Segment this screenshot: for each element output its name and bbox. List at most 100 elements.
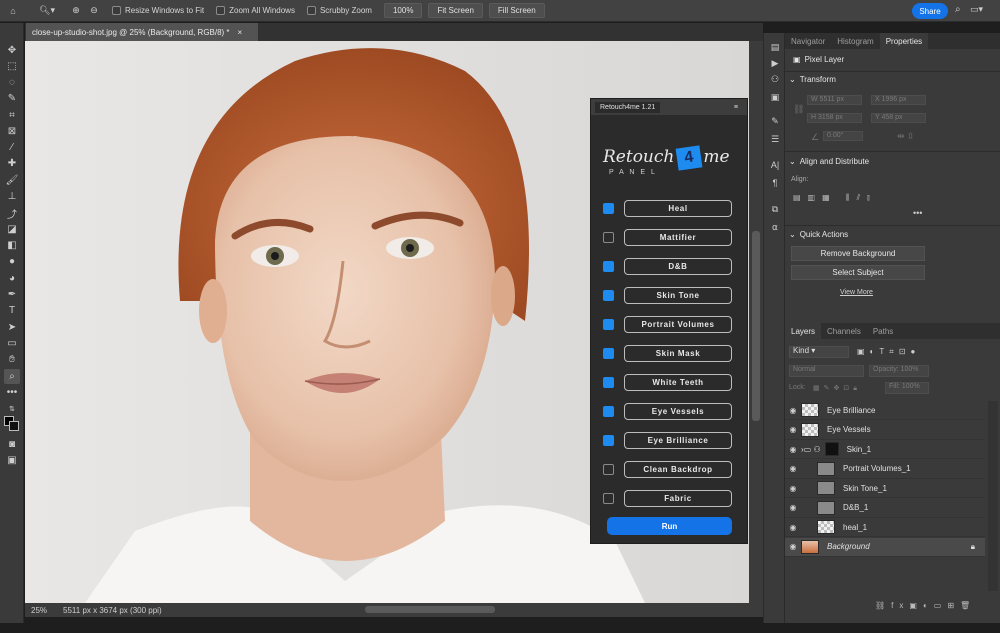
tab-channels[interactable]: Channels — [821, 323, 867, 339]
search-icon[interactable]: ⌕ — [955, 4, 961, 15]
dodge-tool-icon[interactable]: ◕ — [4, 271, 20, 286]
healing-tool-icon[interactable]: ✚ — [4, 156, 20, 171]
option-checkbox[interactable] — [603, 434, 614, 446]
crop-tool-icon[interactable]: ⌗ — [4, 108, 20, 123]
visibility-eye-icon[interactable]: ◉ — [785, 464, 801, 473]
option-button[interactable]: Heal — [624, 199, 732, 217]
layer-row[interactable]: ◉ Portrait Volumes_1 — [785, 460, 985, 479]
option-button[interactable]: Skin Mask — [624, 344, 732, 362]
stamp-tool-icon[interactable]: ⊥ — [4, 189, 20, 204]
layer-row[interactable]: ◉ Skin Tone_1 — [785, 479, 985, 498]
align-icons[interactable]: ▤▥▦ ⫼⫽⫾ — [793, 193, 877, 203]
eraser-tool-icon[interactable]: ◪ — [4, 222, 20, 237]
glyphs-icon[interactable]: ⍺ — [768, 221, 782, 233]
background-color-swatch[interactable] — [9, 421, 19, 431]
gradient-tool-icon[interactable]: ◧ — [4, 238, 20, 253]
visibility-eye-icon[interactable]: ◉ — [785, 542, 801, 551]
visibility-eye-icon[interactable]: ◉ — [785, 406, 801, 415]
option-button[interactable]: White Teeth — [624, 373, 732, 391]
layer-row[interactable]: ◉ heal_1 — [785, 518, 985, 537]
option-checkbox[interactable] — [603, 463, 614, 475]
option-button[interactable]: Portrait Volumes — [624, 315, 732, 333]
quick-select-tool-icon[interactable]: ✎ — [4, 91, 20, 106]
opacity-field[interactable]: Opacity: 100% — [869, 365, 929, 377]
option-button[interactable]: Eye Vessels — [624, 402, 732, 420]
share-button[interactable]: Share — [912, 3, 948, 19]
run-button[interactable]: Run — [607, 517, 732, 535]
rectangle-tool-icon[interactable]: ▭ — [4, 336, 20, 351]
workspace-icon[interactable]: ▭▾ — [970, 4, 983, 15]
height-field[interactable]: H 3158 px — [807, 113, 862, 123]
option-checkbox[interactable] — [603, 376, 614, 388]
option-button[interactable]: Skin Tone — [624, 286, 732, 304]
zoom-100-button[interactable]: 100% — [383, 3, 423, 18]
view-more-link[interactable]: View More — [840, 289, 873, 296]
brush-settings-icon[interactable]: ⚇ — [768, 73, 782, 85]
blend-mode-select[interactable]: Normal — [789, 365, 864, 377]
paragraph-icon[interactable]: ¶ — [768, 177, 782, 189]
path-select-icon[interactable]: ➤ — [4, 320, 20, 335]
option-checkbox[interactable] — [603, 347, 614, 359]
lock-icons[interactable]: ▦✎✥⊡🔒︎ — [813, 384, 861, 393]
x-field[interactable]: X 1996 px — [871, 95, 926, 105]
option-checkbox[interactable] — [603, 492, 614, 504]
document-tab[interactable]: close-up-studio-shot.jpg @ 25% (Backgrou… — [26, 23, 258, 41]
zoom-all-option[interactable]: Zoom All Windows — [216, 3, 295, 19]
tab-paths[interactable]: Paths — [867, 323, 899, 339]
pen-tool-icon[interactable]: ✒ — [4, 287, 20, 302]
remove-background-button[interactable]: Remove Background — [791, 246, 925, 261]
blur-tool-icon[interactable]: ● — [4, 254, 20, 269]
transform-section[interactable]: ⌄ Transform — [789, 75, 836, 84]
zoom-level[interactable]: 25% — [31, 606, 47, 615]
visibility-eye-icon[interactable]: ◉ — [785, 445, 801, 454]
fit-screen-button[interactable]: Fit Screen — [428, 3, 483, 18]
zoom-tool-active-icon[interactable]: ⌕ — [4, 369, 20, 384]
option-button[interactable]: Eye Brilliance — [624, 431, 732, 449]
filter-icons[interactable]: ▣◐T⌗⊡● — [857, 347, 920, 357]
lasso-tool-icon[interactable]: ◌ — [4, 75, 20, 90]
horizontal-scrollbar[interactable] — [365, 606, 495, 613]
marquee-tool-icon[interactable]: ⬚ — [4, 59, 20, 74]
flip-icons[interactable]: ⇹ ⇳ — [897, 131, 915, 142]
vertical-scrollbar[interactable] — [749, 41, 763, 603]
zoom-out-icon[interactable]: ⊖ — [88, 5, 100, 16]
zoom-tool-icon[interactable]: 🔍︎▾ — [36, 5, 58, 16]
tab-properties[interactable]: Properties — [879, 33, 929, 49]
more-options-icon[interactable]: ••• — [913, 208, 922, 218]
history-icon[interactable]: ▤ — [768, 41, 782, 53]
tab-histogram[interactable]: Histogram — [831, 33, 879, 49]
actions-play-icon[interactable]: ▶ — [768, 57, 782, 69]
fill-field[interactable]: Fill: 100% — [885, 382, 929, 394]
layer-footer-icons[interactable]: ⛓fx▣◐▭⊞🗑︎ — [875, 601, 976, 610]
move-tool-icon[interactable]: ✥ — [4, 43, 20, 58]
panel-menu-icon[interactable]: ≡ — [729, 102, 743, 113]
quick-actions-section[interactable]: ⌄ Quick Actions — [789, 230, 848, 239]
type-tool-icon[interactable]: T — [4, 303, 20, 318]
layer-row[interactable]: ◉ ›▭ ⚇ Skin_1 — [785, 440, 985, 459]
close-tab-icon[interactable]: × — [238, 28, 243, 37]
link-icon[interactable]: ⛓ — [793, 104, 804, 115]
sliders-icon[interactable]: ☰ — [768, 133, 782, 145]
swap-colors-icon[interactable]: ⇅ — [4, 401, 20, 416]
option-button[interactable]: D&B — [624, 257, 732, 275]
y-field[interactable]: Y 458 px — [871, 113, 926, 123]
eyedropper-tool-icon[interactable]: ⁄ — [4, 140, 20, 155]
option-checkbox[interactable] — [603, 405, 614, 417]
layer-row[interactable]: ◉ Eye Brilliance — [785, 401, 985, 420]
hand-tool-icon[interactable]: ✋︎ — [4, 352, 20, 367]
layer-row[interactable]: ◉ Background 🔒︎ — [785, 537, 985, 557]
history-brush-icon[interactable]: ⤴ — [4, 206, 20, 221]
angle-field[interactable]: 0.00° — [823, 131, 863, 141]
frame-tool-icon[interactable]: ⊠ — [4, 124, 20, 139]
tab-layers[interactable]: Layers — [785, 323, 822, 339]
folder-icon[interactable]: ›▭ ⚇ — [801, 445, 821, 454]
tab-navigator[interactable]: Navigator — [785, 33, 831, 49]
layers-scrollbar[interactable] — [988, 401, 998, 591]
option-checkbox[interactable] — [603, 318, 614, 330]
scroll-thumb[interactable] — [752, 231, 760, 421]
layer-filter-select[interactable]: Kind ▾ — [789, 346, 849, 358]
option-checkbox[interactable] — [603, 231, 614, 243]
zoom-all-checkbox[interactable] — [216, 6, 226, 15]
libraries-icon[interactable]: ⧉ — [768, 203, 782, 215]
width-field[interactable]: W 5511 px — [807, 95, 862, 105]
